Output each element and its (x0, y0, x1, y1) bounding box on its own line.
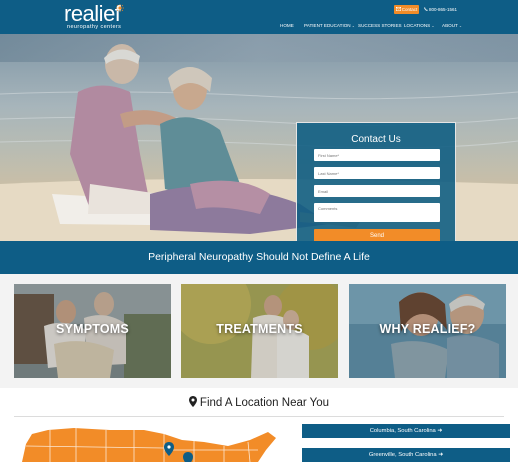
arrow-right-icon: ➜ (438, 452, 444, 458)
arrow-right-icon: ➜ (437, 428, 443, 434)
location-button-greenville[interactable]: Greenville, South Carolina ➜ (302, 448, 510, 462)
nav-about-label: ABOUT (442, 23, 458, 28)
hero-section: Contact Us Send (0, 34, 518, 241)
location-button-label: Greenville, South Carolina (368, 452, 437, 458)
locations-map[interactable] (14, 420, 284, 462)
card-treatments[interactable]: TREATMENTS (181, 284, 338, 378)
card-why-realief-label: WHY REALIEF? (379, 322, 476, 336)
nav-locations[interactable]: LOCATIONS ⌄ (404, 22, 434, 30)
phone-number: 800-865-1561 (429, 7, 458, 12)
card-symptoms-label: SYMPTOMS (56, 322, 129, 336)
tagline-banner: Peripheral Neuropathy Should Not Define … (0, 241, 518, 274)
comments-field[interactable] (314, 203, 440, 222)
header-phone[interactable]: 800-865-1561 (424, 5, 457, 14)
contact-form: Contact Us Send (296, 122, 456, 241)
chevron-down-icon: ⌄ (431, 24, 435, 28)
logo-text: realief (64, 1, 121, 26)
envelope-icon (395, 7, 401, 12)
location-pin-icon (183, 452, 193, 462)
nav-home[interactable]: HOME (280, 22, 294, 30)
divider (14, 416, 504, 417)
us-map (22, 428, 276, 462)
sun-icon (116, 4, 124, 12)
find-location-heading: Find A Location Near You (0, 396, 518, 409)
contact-form-title: Contact Us (351, 134, 401, 145)
nav-success-stories[interactable]: SUCCESS STORIES (358, 22, 402, 30)
find-location-title: Find A Location Near You (199, 397, 330, 409)
location-button-columbia[interactable]: Columbia, South Carolina ➜ (302, 424, 510, 438)
location-button-label: Columbia, South Carolina (369, 428, 436, 434)
site-header: realief neuropathy centers Contact 800-8… (0, 0, 518, 34)
nav-patient-education[interactable]: PATIENT EDUCATION ⌄ (304, 22, 355, 30)
nav-about[interactable]: ABOUT ⌄ (442, 22, 462, 30)
email-field[interactable] (314, 185, 440, 197)
chevron-down-icon: ⌄ (351, 24, 355, 28)
logo[interactable]: realief neuropathy centers (64, 1, 134, 32)
phone-icon (424, 7, 428, 12)
logo-tagline: neuropathy centers (67, 24, 122, 30)
card-why-realief[interactable]: WHY REALIEF? (349, 284, 506, 378)
header-contact-button[interactable]: Contact (394, 5, 419, 14)
map-marker-icon (188, 396, 197, 407)
card-symptoms[interactable]: SYMPTOMS (14, 284, 171, 378)
send-button[interactable]: Send (314, 229, 440, 241)
first-name-field[interactable] (314, 149, 440, 161)
nav-patient-education-label: PATIENT EDUCATION (304, 23, 351, 28)
contact-button-label: Contact (401, 7, 418, 12)
card-treatments-label: TREATMENTS (216, 322, 303, 336)
chevron-down-icon: ⌄ (459, 24, 462, 28)
last-name-field[interactable] (314, 167, 440, 179)
nav-locations-label: LOCATIONS (404, 23, 431, 28)
